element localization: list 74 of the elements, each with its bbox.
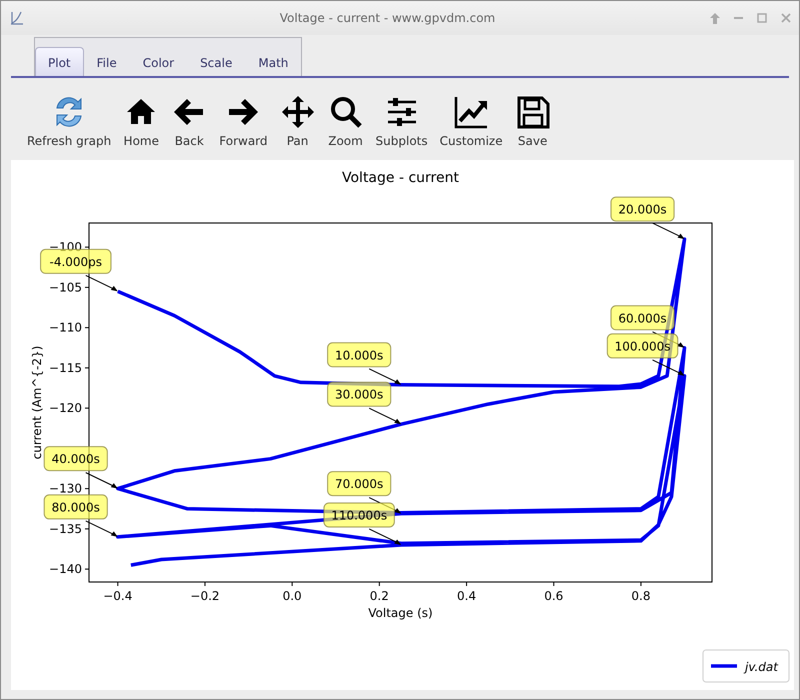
tick-label: −105 <box>49 280 82 294</box>
annotation: 80.000s <box>52 500 100 514</box>
annotation-label: 60.000s <box>610 305 675 330</box>
annotation-label: 40.000s <box>44 446 108 472</box>
window-title: Voltage - current - www.gpvdm.com <box>278 11 496 25</box>
tick-label: −120 <box>49 401 82 416</box>
refresh-icon <box>56 97 82 127</box>
axis-label: current (Am^{-2}) <box>30 346 44 460</box>
toolbar-button[interactable]: Zoom <box>322 94 370 148</box>
tick-label: 0.4 <box>457 589 476 603</box>
tick-label: 0.8 <box>631 589 650 603</box>
forward-arrow-icon <box>229 99 258 125</box>
annotation-arrow <box>368 528 402 545</box>
annotation-label: 30.000s <box>327 382 392 407</box>
toolbar-button[interactable]: Home <box>117 94 166 148</box>
annotation: 40.000s <box>52 452 100 466</box>
app-icon <box>9 10 25 26</box>
annotation-label: 10.000s <box>327 342 392 368</box>
close-icon[interactable] <box>781 13 791 23</box>
legend-label: jv.dat <box>743 660 780 674</box>
magnifier-icon <box>330 97 362 128</box>
annotation-label: 70.000s <box>327 471 392 496</box>
annotation-label: 100.000s <box>606 333 678 358</box>
toolbar-button[interactable]: Forward <box>213 94 274 148</box>
annotation-label: 80.000s <box>44 494 108 520</box>
annotation-arrow <box>85 472 118 489</box>
annotation-arrow <box>368 368 402 385</box>
axis-label: Voltage (s) <box>368 606 433 620</box>
tick-label: −110 <box>49 320 82 335</box>
toolbar-button[interactable]: Refresh graph <box>21 94 118 148</box>
toolbar-button[interactable]: Subplots <box>370 94 434 148</box>
tick-label: −0.2 <box>190 589 220 603</box>
tab[interactable]: Color <box>130 50 188 76</box>
annotation: 60.000s <box>618 311 667 326</box>
tab[interactable]: Scale <box>187 50 246 76</box>
legend: jv.dat <box>702 650 790 682</box>
maximize-icon[interactable] <box>757 13 767 23</box>
annotation: 70.000s <box>335 477 384 492</box>
annotation: 10.000s <box>335 348 384 362</box>
toolbar-button[interactable]: Save <box>508 94 557 148</box>
toolbar-button[interactable]: Back <box>165 94 214 148</box>
tick-label: −0.4 <box>103 589 132 603</box>
back-arrow-icon <box>174 99 204 125</box>
annotation-arrow <box>652 222 685 240</box>
annotation-arrow <box>85 274 118 292</box>
annotation-arrow <box>368 408 402 424</box>
tick-label: 0.2 <box>370 589 389 603</box>
tick-label: −140 <box>49 562 82 576</box>
line-chart-icon <box>454 97 488 128</box>
annotation-arrow <box>652 359 685 376</box>
tab[interactable]: Plot <box>35 47 84 76</box>
annotation: -4.000ps <box>49 254 102 269</box>
minimize-icon[interactable] <box>734 16 743 20</box>
annotation-arrow <box>85 520 118 537</box>
annotation-label: 110.000s <box>323 502 395 528</box>
tick-label: −115 <box>49 360 82 375</box>
keep-above-icon[interactable] <box>710 12 720 24</box>
tab[interactable]: Math <box>245 50 302 76</box>
annotation: 20.000s <box>618 202 667 217</box>
tick-label: 0.6 <box>544 589 564 603</box>
annotation: 110.000s <box>331 508 388 522</box>
chart-title: Voltage - current <box>342 170 459 186</box>
sliders-icon <box>386 98 417 126</box>
tick-label: 0.0 <box>282 589 302 603</box>
home-icon <box>127 99 156 124</box>
tick-label: −135 <box>49 522 82 536</box>
toolbar-button[interactable]: Pan <box>274 94 322 148</box>
tick-label: −130 <box>49 482 82 496</box>
move-arrows-icon <box>282 96 314 128</box>
annotation-label: 20.000s <box>610 196 675 222</box>
tab[interactable]: File <box>84 50 130 76</box>
annotation: 30.000s <box>335 388 384 402</box>
annotation: 100.000s <box>614 339 670 354</box>
toolbar-button[interactable]: Customize <box>434 94 509 148</box>
